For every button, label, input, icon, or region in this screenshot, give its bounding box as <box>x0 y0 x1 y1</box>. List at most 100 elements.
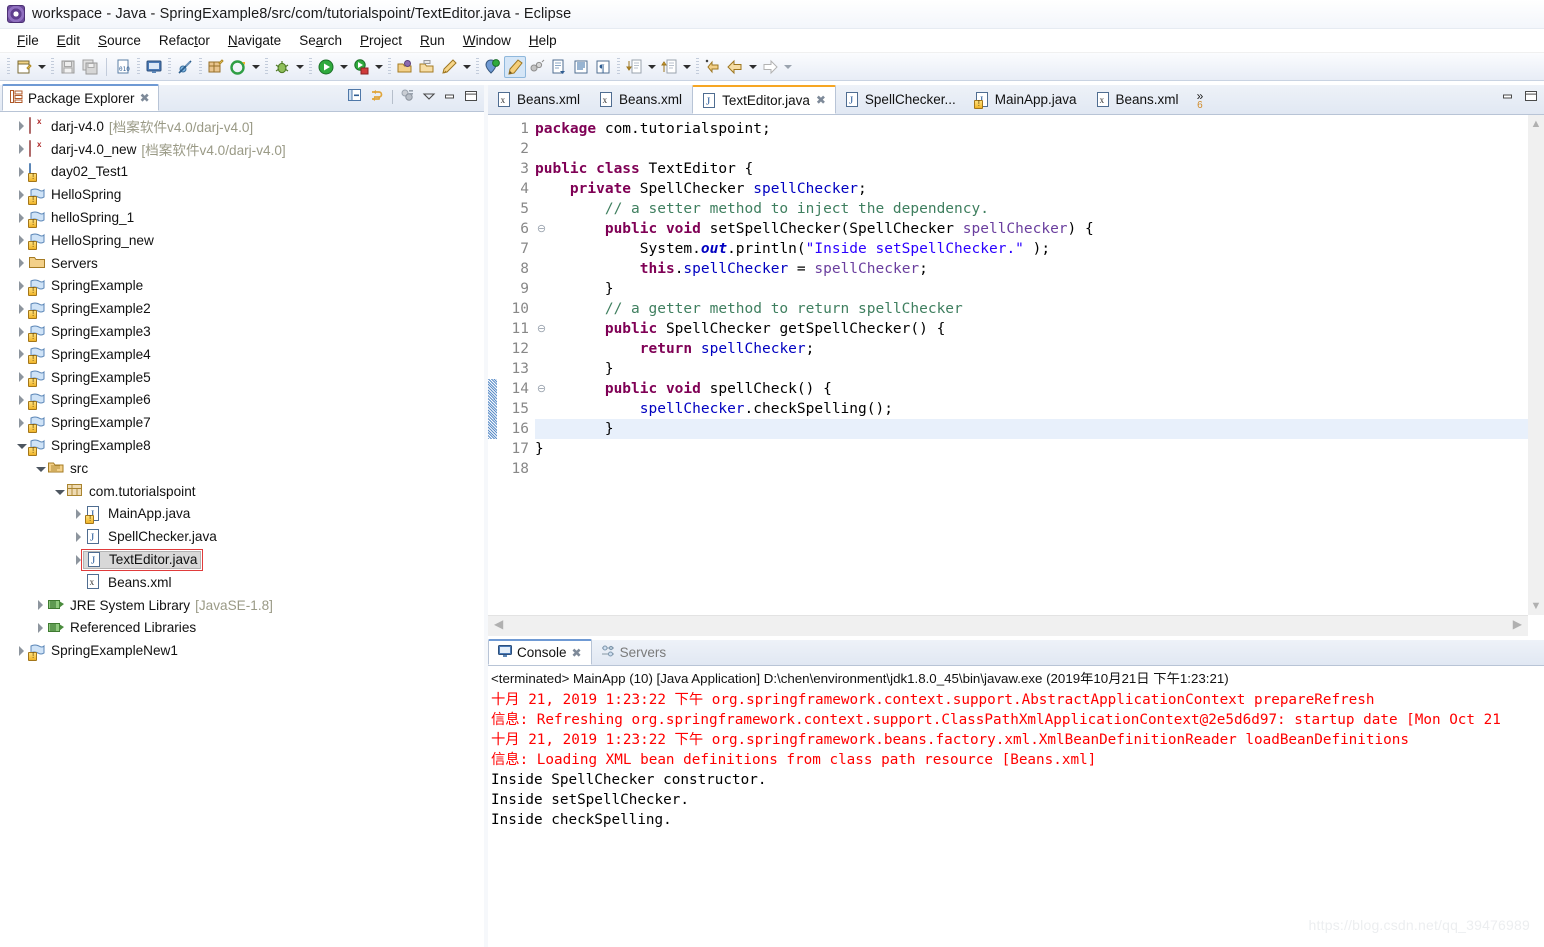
code-line[interactable]: public void setSpellChecker(SpellChecker… <box>535 219 1528 239</box>
chevron-right-icon[interactable] <box>14 302 29 316</box>
toolbar-grip-5[interactable] <box>199 57 202 76</box>
chevron-down-icon[interactable] <box>33 461 48 475</box>
tree-item-content[interactable]: SpringExample7 <box>28 415 151 433</box>
open-type-icon[interactable] <box>394 56 416 78</box>
scroll-down-arrow[interactable]: ▼ <box>1528 600 1544 612</box>
minimize-icon[interactable] <box>1501 89 1515 106</box>
menu-file[interactable]: File <box>8 32 48 50</box>
scroll-right-arrow[interactable]: ▶ <box>1513 617 1522 631</box>
tree-item-content[interactable]: SpringExample6 <box>28 392 151 410</box>
project-tree[interactable]: x darj-v4.0 [档案软件v4.0/darj-v4.0] x darj-v4.0… <box>0 112 474 947</box>
chevron-right-icon[interactable] <box>14 188 29 202</box>
code-line[interactable]: // a setter method to inject the depende… <box>535 199 1528 219</box>
tree-item-hellospring-new[interactable]: HelloSpring_new <box>0 229 474 252</box>
code-line[interactable]: private SpellChecker spellChecker; <box>535 179 1528 199</box>
chevron-right-icon[interactable] <box>14 233 29 247</box>
tree-item-springexample[interactable]: SpringExample <box>0 275 474 298</box>
code-line[interactable]: package com.tutorialspoint; <box>535 119 1528 139</box>
tree-item-springexample7[interactable]: SpringExample7 <box>0 411 474 434</box>
next-edit-icon[interactable] <box>548 56 570 78</box>
chevron-right-icon[interactable] <box>14 142 29 156</box>
debug-icon[interactable] <box>271 56 293 78</box>
tree-item-content[interactable]: SpringExample2 <box>28 301 151 319</box>
run-as-server-icon[interactable] <box>350 56 372 78</box>
tree-item-mainapp-java[interactable]: J MainApp.java <box>0 503 474 526</box>
open-console-icon[interactable] <box>143 56 165 78</box>
run-dropdown[interactable] <box>337 56 350 78</box>
run-as-server-dropdown[interactable] <box>372 56 385 78</box>
tree-item-beans-xml[interactable]: x Beans.xml <box>0 571 474 594</box>
tree-item-content[interactable]: JRE System Library <box>48 597 190 613</box>
tree-item-content[interactable]: SpringExample8 <box>28 438 151 456</box>
code-line[interactable]: public void spellCheck() { <box>535 379 1528 399</box>
tree-item-day02-test1[interactable]: day02_Test1 <box>0 161 474 184</box>
scroll-left-arrow[interactable]: ◀ <box>494 617 503 631</box>
pilcrow-icon[interactable]: ¶ <box>592 56 614 78</box>
code-line[interactable]: return spellChecker; <box>535 339 1528 359</box>
link-icon[interactable] <box>526 56 548 78</box>
close-icon[interactable]: ✖ <box>140 92 150 104</box>
editor-horizontal-scrollbar[interactable]: ◀ ▶ <box>488 615 1528 636</box>
external-tools-icon[interactable] <box>227 56 249 78</box>
tree-item-springexample8[interactable]: SpringExample8 <box>0 434 474 457</box>
chevron-right-icon[interactable] <box>33 598 48 612</box>
view-menu-icon[interactable] <box>400 88 415 106</box>
code-line[interactable]: } <box>535 419 1528 439</box>
forward-dropdown[interactable] <box>781 56 794 78</box>
tree-item-darj-v4-0[interactable]: x darj-v4.0 [档案软件v4.0/darj-v4.0] <box>0 115 474 138</box>
next-annotation-dropdown[interactable] <box>645 56 658 78</box>
menu-help[interactable]: Help <box>520 32 566 50</box>
tree-item-springexample3[interactable]: SpringExample3 <box>0 320 474 343</box>
chevron-right-icon[interactable] <box>14 370 29 384</box>
close-icon[interactable]: ✖ <box>572 647 582 659</box>
toolbar-grip[interactable] <box>7 57 10 76</box>
tab-console[interactable]: Console ✖ <box>488 639 592 665</box>
code-line[interactable]: public class TextEditor { <box>535 159 1528 179</box>
menu-navigate[interactable]: Navigate <box>219 32 290 50</box>
run-icon[interactable] <box>315 56 337 78</box>
save-all-icon[interactable] <box>79 56 101 78</box>
code-line[interactable]: public SpellChecker getSpellChecker() { <box>535 319 1528 339</box>
editor-tab-spellchecker-[interactable]: J SpellChecker... <box>836 85 966 114</box>
code-line[interactable] <box>535 139 1528 159</box>
editor-vertical-scrollbar[interactable]: ▲ ▼ <box>1528 115 1544 615</box>
maximize-icon[interactable] <box>1524 89 1538 106</box>
editor-tab-mainapp-java[interactable]: J MainApp.java <box>966 85 1087 114</box>
toolbar-grip-11[interactable] <box>696 57 699 76</box>
menu-refactor[interactable]: Refactor <box>150 32 219 50</box>
back-dropdown[interactable] <box>746 56 759 78</box>
debug-dropdown[interactable] <box>293 56 306 78</box>
tree-item-content[interactable]: J MainApp.java <box>85 505 190 524</box>
chevron-down-icon[interactable] <box>14 439 29 453</box>
chevron-right-icon[interactable] <box>14 211 29 225</box>
toggle-hex-icon[interactable]: 010 <box>112 56 134 78</box>
editor-tab-beans-xml[interactable]: x Beans.xml <box>488 85 590 114</box>
tab-package-explorer[interactable]: Package Explorer ✖ <box>2 84 159 111</box>
toolbar-grip-2[interactable] <box>51 57 54 76</box>
next-annotation-icon[interactable] <box>623 56 645 78</box>
tree-item-springexample6[interactable]: SpringExample6 <box>0 389 474 412</box>
tree-item-content[interactable]: helloSpring_1 <box>28 210 134 228</box>
tree-item-com-tutorialspoint[interactable]: com.tutorialspoint <box>0 480 474 503</box>
tree-item-darj-v4-0-new[interactable]: x darj-v4.0_new [档案软件v4.0/darj-v4.0] <box>0 138 474 161</box>
chevron-right-icon[interactable] <box>14 416 29 430</box>
tree-item-content[interactable]: J TextEditor.java <box>80 548 204 571</box>
chevron-right-icon[interactable] <box>14 119 29 133</box>
tree-item-content[interactable]: SpringExample3 <box>28 324 151 342</box>
tree-item-content[interactable]: SpringExample5 <box>28 369 151 388</box>
tree-item-springexample4[interactable]: SpringExample4 <box>0 343 474 366</box>
chevron-right-icon[interactable] <box>33 621 48 635</box>
new-annotation-icon[interactable] <box>438 56 460 78</box>
editor-tab-beans-xml[interactable]: x Beans.xml <box>590 85 692 114</box>
tree-item-content[interactable]: Servers <box>29 255 98 271</box>
editor-tab-beans-xml[interactable]: x Beans.xml <box>1087 85 1189 114</box>
menu-search[interactable]: Search <box>290 32 351 50</box>
tree-item-springexample5[interactable]: SpringExample5 <box>0 366 474 389</box>
link-with-editor-icon[interactable] <box>370 88 385 106</box>
search-icon[interactable] <box>482 56 504 78</box>
tree-item-content[interactable]: x darj-v4.0 <box>29 117 104 135</box>
toolbar-grip-6[interactable] <box>265 57 268 76</box>
tree-item-content[interactable]: HelloSpring <box>28 187 121 205</box>
tree-item-jre-system-library[interactable]: JRE System Library [JavaSE-1.8] <box>0 594 474 617</box>
tree-item-content[interactable]: HelloSpring_new <box>28 232 154 251</box>
